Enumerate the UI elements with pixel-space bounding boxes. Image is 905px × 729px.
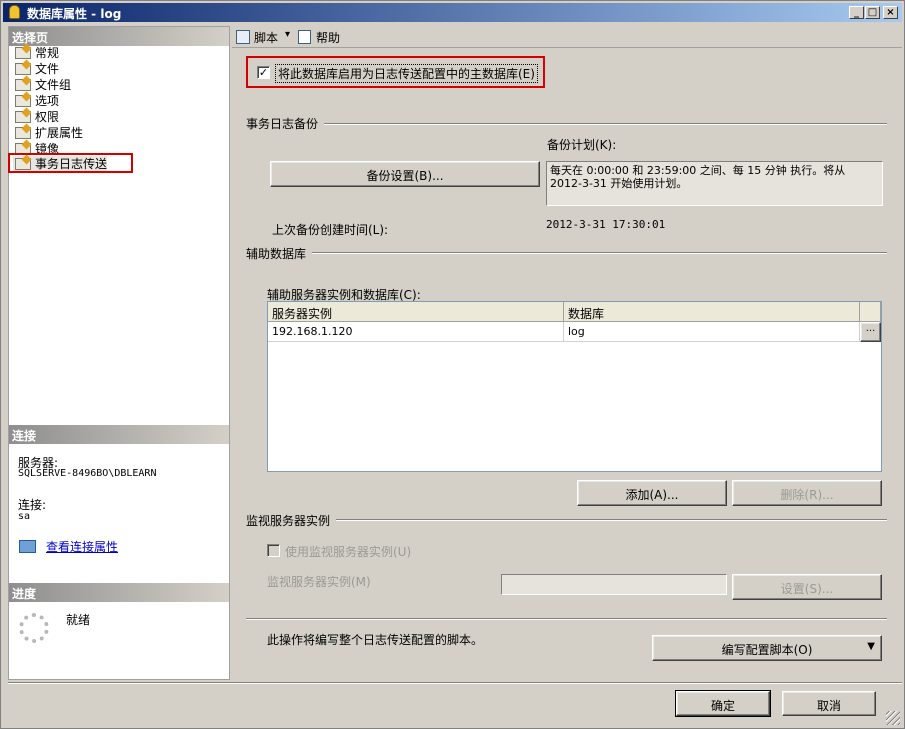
close-button[interactable]: × [883, 6, 898, 19]
group-divider [336, 519, 887, 521]
minimize-button[interactable]: _ [849, 6, 864, 19]
script-menu-button[interactable]: 脚本 [254, 29, 278, 46]
resize-grip-icon[interactable] [886, 711, 900, 725]
group-divider [246, 618, 887, 620]
sidebar-item-filegroups[interactable]: 文件组 [13, 77, 71, 93]
script-config-label: 编写配置脚本(O) [721, 643, 813, 657]
connection-value: sa [18, 511, 31, 522]
monitor-settings-button[interactable]: 设置(S)... [732, 574, 882, 600]
dropdown-arrow-icon: ▼ [867, 641, 875, 652]
monitor-instance-label: 监视服务器实例(M) [267, 575, 371, 589]
add-secondary-button[interactable]: 添加(A)... [577, 480, 727, 506]
ok-button[interactable]: 确定 [675, 690, 771, 717]
backup-settings-button[interactable]: 备份设置(B)... [270, 161, 540, 187]
progress-header: 进度 [9, 583, 229, 602]
sidebar-item-files[interactable]: 文件 [13, 61, 59, 77]
secondary-grid[interactable]: 服务器实例 数据库 192.168.1.120 log ... [267, 301, 882, 472]
sidebar-item-log-shipping[interactable]: 事务日志传送 [13, 156, 108, 172]
remove-secondary-button[interactable]: 删除(R)... [732, 480, 882, 506]
sidebar-item-extended-properties[interactable]: 扩展属性 [13, 125, 83, 141]
select-page-header: 选择页 [9, 27, 229, 46]
server-value: SQLSERVE-8496BO\DBLEARN [18, 468, 157, 479]
script-hint-text: 此操作将编写整个日志传送配置的脚本。 [267, 633, 484, 647]
connection-header: 连接 [9, 425, 229, 444]
backup-schedule-label: 备份计划(K): [547, 138, 617, 152]
page-icon [15, 95, 31, 107]
toolbar: 脚本 ▾ 帮助 [232, 26, 902, 48]
left-pane: 选择页 常规 文件 文件组 选项 权限 扩展属性 镜像 事务日志传送 连接 服务… [8, 26, 230, 680]
last-backup-label: 上次备份创建时间(L): [272, 223, 389, 237]
progress-status: 就绪 [66, 613, 91, 627]
sidebar-item-general[interactable]: 常规 [13, 45, 59, 61]
page-icon [15, 79, 31, 91]
sidebar-item-label: 扩展属性 [35, 126, 84, 140]
use-monitor-checkbox[interactable] [267, 544, 280, 557]
help-icon [298, 30, 311, 44]
enable-primary-label[interactable]: 将此数据库启用为日志传送配置中的主数据库(E) [275, 64, 538, 83]
database-icon [9, 5, 20, 19]
sidebar-item-options[interactable]: 选项 [13, 93, 59, 109]
table-row-server-cell[interactable]: 192.168.1.120 [268, 322, 564, 342]
column-header-action [860, 302, 881, 322]
connection-properties-icon [19, 540, 36, 553]
help-button[interactable]: 帮助 [316, 29, 340, 46]
database-properties-window: 数据库属性 - log _ □ × 选择页 常规 文件 文件组 选项 权限 扩展 [0, 0, 905, 729]
column-header-database[interactable]: 数据库 [564, 302, 860, 322]
sidebar-item-label: 权限 [35, 110, 60, 124]
use-monitor-label[interactable]: 使用监视服务器实例(U) [285, 543, 411, 560]
footer-divider [8, 682, 902, 684]
title-bar[interactable]: 数据库属性 - log _ □ × [3, 3, 902, 22]
cancel-button[interactable]: 取消 [782, 691, 876, 716]
window-title: 数据库属性 - log [27, 7, 122, 21]
last-backup-value: 2012-3-31 17:30:01 [546, 218, 666, 231]
group-divider [324, 123, 887, 125]
sidebar-item-label: 选项 [35, 94, 60, 108]
sidebar-item-label: 常规 [35, 46, 60, 60]
backup-schedule-text: 每天在 0:00:00 和 23:59:00 之间、每 15 分钟 执行。将从 … [546, 161, 883, 206]
sidebar-item-label: 事务日志传送 [35, 157, 108, 171]
tx-backup-group-label: 事务日志备份 [246, 117, 319, 131]
page-icon [15, 47, 31, 59]
sidebar-item-mirroring[interactable]: 镜像 [13, 141, 59, 157]
page-icon [15, 158, 31, 170]
progress-spinner-icon [19, 613, 49, 643]
monitor-group-label: 监视服务器实例 [246, 514, 331, 528]
secondary-group-label: 辅助数据库 [246, 247, 307, 261]
column-header-server[interactable]: 服务器实例 [268, 302, 564, 322]
enable-primary-checkbox[interactable]: ✓ [257, 66, 270, 79]
group-divider [312, 252, 887, 254]
sidebar-item-permissions[interactable]: 权限 [13, 109, 59, 125]
script-icon [236, 30, 250, 44]
page-icon [15, 63, 31, 75]
chevron-down-icon[interactable]: ▾ [285, 29, 290, 40]
monitor-instance-field[interactable] [501, 574, 727, 595]
row-ellipsis-button[interactable]: ... [860, 322, 881, 342]
table-row-database-cell[interactable]: log [564, 322, 860, 342]
page-icon [15, 111, 31, 123]
script-config-button[interactable]: 编写配置脚本(O) ▼ [652, 635, 882, 661]
right-pane: 脚本 ▾ 帮助 ✓ 将此数据库启用为日志传送配置中的主数据库(E) 事务日志备份… [232, 26, 902, 682]
sidebar-item-label: 文件 [35, 62, 60, 76]
sidebar-item-label: 镜像 [35, 142, 60, 156]
sidebar-item-label: 文件组 [35, 78, 72, 92]
maximize-button[interactable]: □ [865, 6, 880, 19]
page-icon [15, 127, 31, 139]
view-connection-properties-link[interactable]: 查看连接属性 [46, 538, 118, 555]
page-icon [15, 143, 31, 155]
